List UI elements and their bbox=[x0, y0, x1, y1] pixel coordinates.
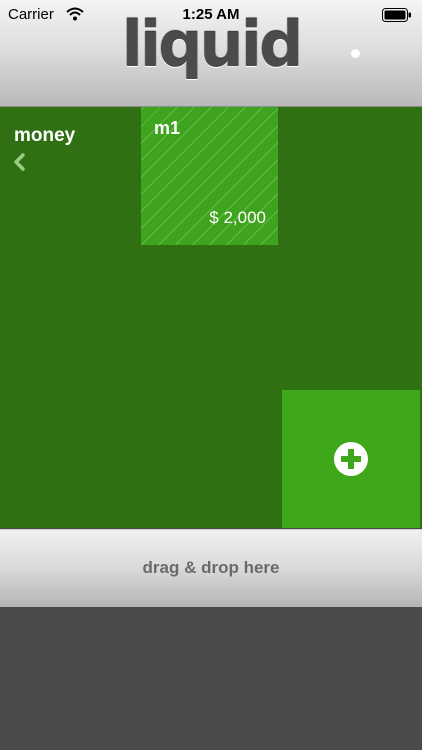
drop-zone-label: drag & drop here bbox=[142, 558, 280, 577]
money-tile[interactable]: m1 $ 2,000 bbox=[141, 107, 278, 245]
tile-name: m1 bbox=[154, 118, 181, 138]
category-title: money bbox=[14, 125, 76, 146]
category-board: money m1 $ 2,000 bbox=[0, 107, 422, 528]
app-header: Carrier 1:25 AM liquid bbox=[0, 0, 422, 107]
app-logo: liquid bbox=[121, 8, 304, 81]
add-tile-button[interactable] bbox=[282, 390, 420, 528]
tile-amount: $ 2,000 bbox=[209, 208, 266, 227]
footer-area bbox=[0, 607, 422, 750]
drop-zone[interactable]: drag & drop here bbox=[0, 529, 422, 608]
plus-icon bbox=[334, 442, 368, 476]
back-chevron-icon[interactable] bbox=[12, 153, 28, 171]
indicator-dot[interactable] bbox=[351, 49, 360, 58]
